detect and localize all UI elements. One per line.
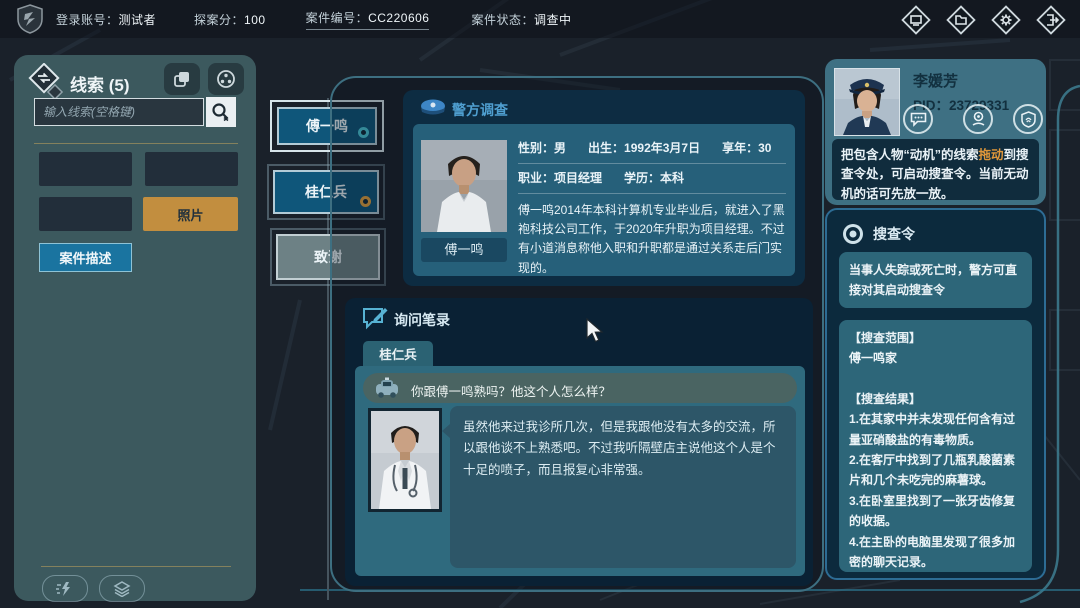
police-investigation-panel: 警方调查 傅一鸣 性别：男 出生：1992年3月7日 享年：30 职业：项目经理… <box>403 90 805 286</box>
search-result-item: 1.在其家中并未发现任何含有过量亚硝酸盐的有毒物质。 <box>849 409 1022 450</box>
police-panel-title: 警方调查 <box>452 100 508 120</box>
clue-slot-3[interactable] <box>39 197 132 231</box>
answer-text: 虽然他来过我诊所几次，但是我跟他没有太多的交流，所以跟他谈不上熟悉吧。不过我听隔… <box>463 420 776 477</box>
clue-slot-1[interactable] <box>39 152 132 186</box>
layers-tool-button[interactable] <box>99 575 145 602</box>
monitor-button[interactable] <box>899 3 933 37</box>
victim-photo-label: 傅一鸣 <box>421 238 507 262</box>
search-icon <box>210 101 232 123</box>
login-account: 登录账号：测试者 <box>56 11 156 28</box>
game-screen: 登录账号：测试者 探案分：100 案件编号：CC220606 案件状态：调查中 <box>0 0 1080 608</box>
chat-pen-icon <box>361 304 389 332</box>
fingerprint-shield-icon <box>1021 111 1036 128</box>
suspect-name: 李媛芳 <box>913 70 958 91</box>
case-status: 案件状态：调查中 <box>471 11 571 28</box>
search-result-item: 3.在卧室里找到了一张牙齿修复的收据。 <box>849 491 1022 532</box>
victim-profile-card: 傅一鸣 性别：男 出生：1992年3月7日 享年：30 职业：项目经理 学历：本… <box>413 124 795 276</box>
warrant-title: 搜查令 <box>873 224 915 244</box>
hint-highlight: 拖动 <box>979 148 1004 162</box>
top-bar: 登录账号：测试者 探案分：100 案件编号：CC220606 案件状态：调查中 <box>0 0 1080 38</box>
police-cap-icon <box>418 96 448 120</box>
chat-record-button[interactable] <box>903 104 933 134</box>
photo-clue-button[interactable]: 照片 <box>143 197 238 231</box>
id-card-icon <box>910 112 927 127</box>
victim-description: 傅一鸣2014年本科计算机专业毕业后，就进入了黑袍科技公司工作，于2020年升职… <box>518 194 786 278</box>
top-right-toolbar <box>899 3 1068 37</box>
clue-search-input[interactable] <box>34 98 204 126</box>
interrogation-title: 询问笔录 <box>394 310 450 330</box>
flash-icon <box>55 581 75 597</box>
webcam-person-icon <box>970 111 987 127</box>
chat-area: 你跟傅一鸣熟吗？他这个人怎么样？ 虽然他来过我诊所几次，但是我跟他没有太多的交流… <box>355 366 805 576</box>
divider <box>34 143 238 144</box>
warrant-rule-box: 当事人失踪或死亡时，警方可直接对其启动搜查令 <box>839 252 1032 308</box>
evidence-shield-button[interactable] <box>1013 104 1043 134</box>
question-row: 你跟傅一鸣熟吗？他这个人怎么样？ <box>363 373 797 403</box>
layers-icon <box>113 581 131 597</box>
warrant-panel: 搜查令 当事人失踪或死亡时，警方可直接对其启动搜查令 【搜查范围】 傅一鸣家 【… <box>825 208 1046 580</box>
detail-row: 职业：项目经理 学历：本科 <box>518 164 786 193</box>
search-results-header: 【搜查结果】 <box>849 389 1022 409</box>
search-scope-header: 【搜查范围】 <box>849 328 1022 348</box>
case-folder-button[interactable] <box>944 3 978 37</box>
detail-row: 性别：男 出生：1992年3月7日 享年：30 <box>518 134 786 163</box>
app-shield-logo-icon <box>16 4 44 34</box>
clues-title: 线索 (5) <box>70 71 130 96</box>
victim-details: 性别：男 出生：1992年3月7日 享年：30 职业：项目经理 学历：本科 傅一… <box>518 134 786 278</box>
hint-text: 把包含人物“动机”的线索 <box>841 148 979 162</box>
search-button[interactable] <box>206 97 236 127</box>
surveillance-button[interactable] <box>963 104 993 134</box>
case-number: 案件编号：CC220606 <box>306 9 430 30</box>
target-icon <box>840 221 866 247</box>
search-result-item: 2.在客厅中找到了几瓶乳酸菌素片和几个未吃完的麻薯球。 <box>849 450 1022 491</box>
warrant-result-box[interactable]: 【搜查范围】 傅一鸣家 【搜查结果】 1.在其家中并未发现任何含有过量亚硝酸盐的… <box>839 320 1032 572</box>
clues-panel: 线索 (5) 照片 案件描述 <box>14 55 256 601</box>
police-car-icon <box>372 376 402 400</box>
case-description-button[interactable]: 案件描述 <box>39 243 132 272</box>
divider <box>41 566 231 567</box>
suspect-photo <box>834 68 900 136</box>
clue-slot-2[interactable] <box>145 152 238 186</box>
share-network-button[interactable] <box>208 63 244 95</box>
search-scope: 傅一鸣家 <box>849 348 1022 368</box>
interrogation-panel: 询问笔录 桂仁兵 你跟傅一鸣熟吗？他这个人怎么样？ 虽然他来过我诊所几次，但是我… <box>345 298 813 586</box>
answer-bubble: 虽然他来过我诊所几次，但是我跟他没有太多的交流，所以跟他谈不上熟悉吧。不过我听隔… <box>450 406 796 568</box>
witness-photo <box>368 408 442 512</box>
exit-button[interactable] <box>1034 3 1068 37</box>
suspect-card: 李媛芳 PID：23729331 把包含人物“动机”的线索拖动到搜查令处，可启动… <box>825 59 1046 205</box>
search-result-item: 4.在主卧的电脑里发现了很多加密的聊天记录。 <box>849 532 1022 573</box>
drag-hint-box: 把包含人物“动机”的线索拖动到搜查令处，可启动搜查令。当前无动机的话可先放一放。 <box>832 139 1039 200</box>
flash-tool-button[interactable] <box>42 575 88 602</box>
question-text: 你跟傅一鸣熟吗？他这个人怎么样？ <box>411 381 611 400</box>
mouse-cursor <box>585 318 605 344</box>
detective-score: 探案分：100 <box>194 11 266 28</box>
victim-photo <box>421 140 507 232</box>
tab-guirenbing[interactable]: 桂仁兵 <box>363 341 433 366</box>
copy-clues-button[interactable] <box>164 63 200 95</box>
settings-gear-button[interactable] <box>989 3 1023 37</box>
